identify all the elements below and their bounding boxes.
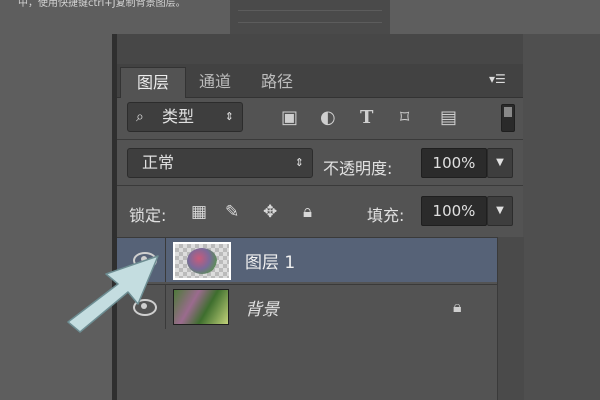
layer-name[interactable]: 背景 [245,295,279,320]
pointer-arrow-icon [67,255,159,333]
tutorial-image-thumbnail [230,0,390,34]
tab-layers[interactable]: 图层 [120,67,186,98]
tutorial-caption: 中，使用快捷键ctrl+J复制背景图层。 [18,0,186,9]
panel-menu-icon[interactable]: ▾☰ [489,72,506,86]
search-icon: ⌕ [136,109,144,125]
filter-kind-label: 类型 [162,107,195,126]
panel-tab-bar: 图层 通道 路径 [117,64,523,98]
lock-label: 锁定: [129,206,167,225]
opacity-dropdown-button[interactable]: ▼ [487,148,513,178]
lock-image-pixels-icon[interactable]: ✎ [225,202,239,222]
opacity-input[interactable]: 100% [421,148,487,178]
filter-kind-select[interactable]: ⌕ 类型 ⇕ [127,102,243,132]
fill-dropdown-button[interactable]: ▼ [487,196,513,226]
layer-name[interactable]: 图层 1 [245,248,295,273]
fill-input[interactable]: 100% [421,196,487,226]
lock-transparent-pixels-icon[interactable]: ▦ [191,202,207,222]
blend-mode-select[interactable]: 正常 ⇕ [127,148,313,178]
lock-icon: 🔒︎ [453,297,462,316]
lock-row: 锁定: ▦ ✎ ✥ 🔒︎ 填充: 100% ▼ [117,192,523,232]
divider [165,238,166,282]
divider [165,285,166,329]
lock-all-icon[interactable]: 🔒︎ [303,202,312,222]
lock-position-icon[interactable]: ✥ [263,202,277,222]
divider [117,139,523,140]
layer-row[interactable]: 背景 🔒︎ [117,284,497,329]
panel-right-edge [523,34,600,400]
layer-filter-bar: ⌕ 类型 ⇕ ▣ ◐ T ⌑ ▤ [117,98,523,138]
panel-title-bar [117,34,523,64]
tab-paths[interactable]: 路径 [249,67,305,97]
layer-row[interactable]: 图层 1 [117,238,497,282]
opacity-label: 不透明度: [323,159,393,178]
blend-mode-row: 正常 ⇕ 不透明度: 100% ▼ [117,142,523,182]
adjustment-filter-icon[interactable]: ◐ [320,108,336,128]
layers-panel: 图层 通道 路径 ▾☰ ⌕ 类型 ⇕ ▣ ◐ T ⌑ ▤ 正常 ⇕ 不透明度: … [117,34,524,400]
smart-object-filter-icon[interactable]: ▤ [440,108,457,128]
blend-mode-value: 正常 [142,153,175,172]
layer-list: 图层 1 背景 🔒︎ [117,237,497,330]
type-filter-icon[interactable]: T [360,108,373,128]
filter-toggle-switch[interactable] [501,104,515,132]
scrollbar[interactable] [497,237,524,400]
divider [117,185,523,186]
shape-filter-icon[interactable]: ⌑ [400,108,409,128]
select-arrows-icon: ⇕ [224,110,234,123]
layer-thumbnail [173,242,231,280]
tab-channels[interactable]: 通道 [187,67,243,97]
fill-label: 填充: [367,206,405,225]
layer-thumbnail [173,289,229,325]
select-arrows-icon: ⇕ [294,156,304,169]
image-filter-icon[interactable]: ▣ [281,108,298,128]
